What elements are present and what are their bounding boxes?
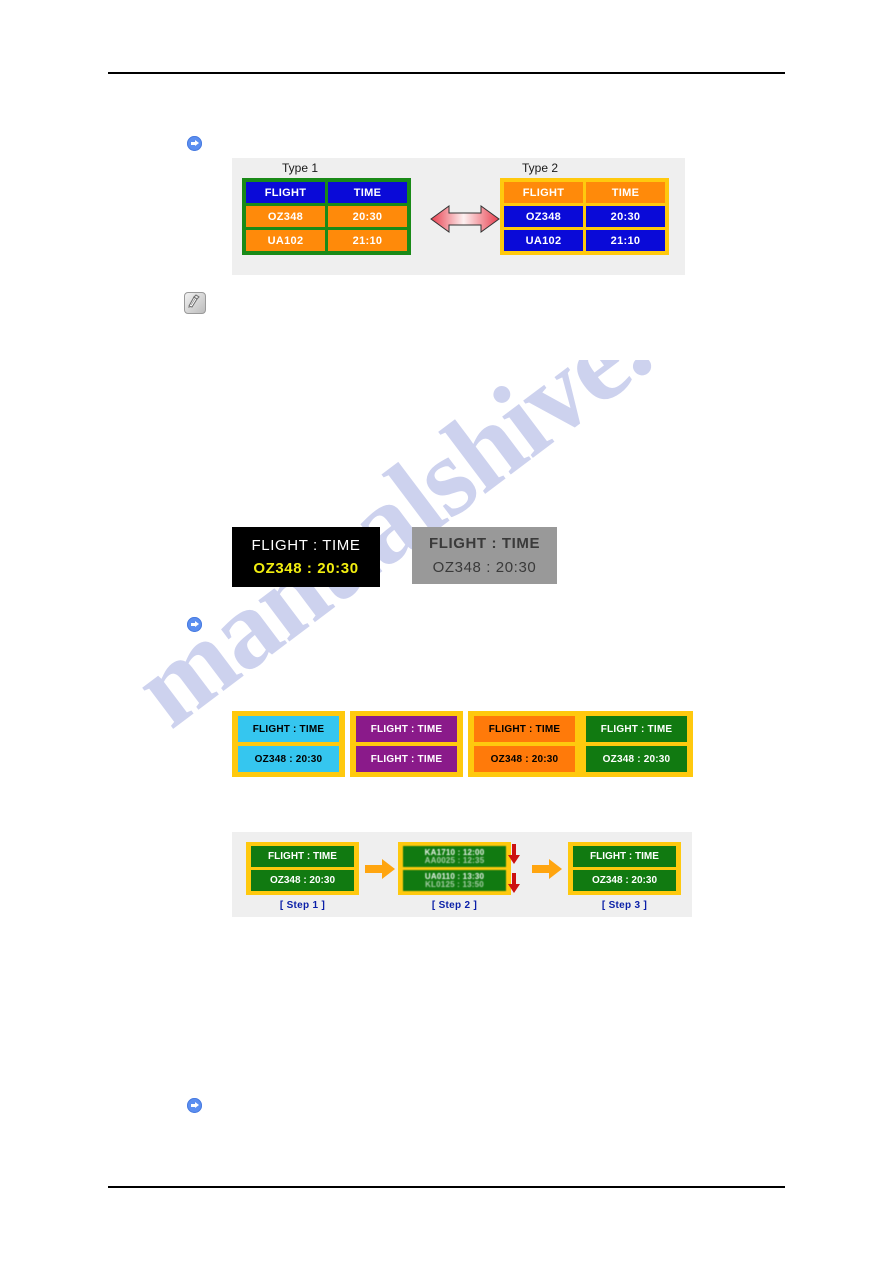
panel-black-line-2: OZ348 : 20:30 bbox=[253, 560, 359, 577]
step-2-line-2-b: KL0125 : 13:50 bbox=[425, 879, 484, 889]
red-down-arrow-icon-1 bbox=[508, 844, 520, 864]
board-row: OZ348 20:30 bbox=[246, 206, 407, 227]
step-1-label: [ Step 1 ] bbox=[279, 900, 326, 911]
cell-time-header: TIME bbox=[328, 182, 407, 203]
scroll-down-arrows bbox=[507, 844, 521, 894]
step-3-line-2: OZ348 : 20:30 bbox=[573, 870, 676, 891]
cell-flight-value: OZ348 bbox=[246, 206, 325, 227]
step-1-line-2: OZ348 : 20:30 bbox=[251, 870, 354, 891]
panel-line-2: OZ348 : 20:30 bbox=[586, 746, 687, 772]
panel-line-1: FLIGHT : TIME bbox=[238, 716, 339, 742]
note-pencil-icon bbox=[184, 292, 206, 314]
panel-line-2: OZ348 : 20:30 bbox=[474, 746, 575, 772]
panel-line-1: FLIGHT : TIME bbox=[356, 716, 457, 742]
watermark: manualshive.com bbox=[110, 360, 770, 860]
orange-right-arrow-icon-2 bbox=[532, 858, 562, 880]
panel-line-1: FLIGHT : TIME bbox=[586, 716, 687, 742]
step-1-line-1: FLIGHT : TIME bbox=[251, 846, 354, 867]
panel-line-2: FLIGHT : TIME bbox=[356, 746, 457, 772]
bullet-arrow-icon-1 bbox=[187, 136, 202, 151]
panel-black-line-1: FLIGHT : TIME bbox=[251, 536, 361, 554]
step-2-label: [ Step 2 ] bbox=[431, 900, 478, 911]
step-1-panel: FLIGHT : TIME OZ348 : 20:30 bbox=[246, 842, 359, 895]
red-down-arrow-icon-2 bbox=[508, 873, 520, 893]
bullet-arrow-icon-3 bbox=[187, 1098, 202, 1113]
board-row: UA102 21:10 bbox=[246, 230, 407, 251]
figure-display-types: Type 1 Type 2 FLIGHT TIME OZ348 20:30 UA… bbox=[232, 158, 685, 275]
type1-caption: Type 1 bbox=[282, 161, 319, 175]
board-type-1: FLIGHT TIME OZ348 20:30 UA102 21:10 bbox=[242, 178, 411, 255]
board-row: OZ348 20:30 bbox=[504, 206, 665, 227]
footer-rule bbox=[108, 1186, 785, 1188]
figure-steps: FLIGHT : TIME OZ348 : 20:30 [ Step 1 ] K… bbox=[232, 832, 692, 917]
double-headed-arrow-icon bbox=[429, 202, 501, 236]
panel-grey-background: FLIGHT : TIME OZ348 : 20:30 bbox=[412, 527, 557, 584]
step-2-panel: KA1710 : 12:00 AA0025 : 12:35 UA0110 : 1… bbox=[398, 842, 511, 895]
panel-line-2: OZ348 : 20:30 bbox=[238, 746, 339, 772]
cell-flight-value: OZ348 bbox=[504, 206, 583, 227]
type2-caption: Type 2 bbox=[522, 161, 559, 175]
color-panel-orange: FLIGHT : TIME OZ348 : 20:30 bbox=[468, 711, 581, 777]
board-row: UA102 21:10 bbox=[504, 230, 665, 251]
step-2-line-2: UA0110 : 13:30 KL0125 : 13:50 bbox=[403, 870, 506, 891]
panel-grey-line-2: OZ348 : 20:30 bbox=[432, 558, 537, 576]
cell-flight-value: UA102 bbox=[504, 230, 583, 251]
panel-line-1: FLIGHT : TIME bbox=[474, 716, 575, 742]
board-type-2: FLIGHT TIME OZ348 20:30 UA102 21:10 bbox=[500, 178, 669, 255]
board-header-row: FLIGHT TIME bbox=[246, 182, 407, 203]
header-rule bbox=[108, 72, 785, 74]
cell-time-value: 20:30 bbox=[328, 206, 407, 227]
color-panel-purple: FLIGHT : TIME FLIGHT : TIME bbox=[350, 711, 463, 777]
bullet-arrow-icon-2 bbox=[187, 617, 202, 632]
step-3-label: [ Step 3 ] bbox=[601, 900, 648, 911]
figure-color-schemes: FLIGHT : TIME OZ348 : 20:30 FLIGHT : TIM… bbox=[232, 707, 693, 784]
orange-right-arrow-icon-1 bbox=[365, 858, 395, 880]
cell-flight-header: FLIGHT bbox=[504, 182, 583, 203]
cell-time-value: 21:10 bbox=[328, 230, 407, 251]
board-header-row: FLIGHT TIME bbox=[504, 182, 665, 203]
color-panel-cyan: FLIGHT : TIME OZ348 : 20:30 bbox=[232, 711, 345, 777]
panel-grey-line-1: FLIGHT : TIME bbox=[428, 535, 541, 553]
step-3-panel: FLIGHT : TIME OZ348 : 20:30 bbox=[568, 842, 681, 895]
cell-flight-value: UA102 bbox=[246, 230, 325, 251]
cell-flight-header: FLIGHT bbox=[246, 182, 325, 203]
color-panel-green: FLIGHT : TIME OZ348 : 20:30 bbox=[580, 711, 693, 777]
step-2-line-1: KA1710 : 12:00 AA0025 : 12:35 bbox=[403, 846, 506, 867]
cell-time-value: 20:30 bbox=[586, 206, 665, 227]
cell-time-value: 21:10 bbox=[586, 230, 665, 251]
panel-black-background: FLIGHT : TIME OZ348 : 20:30 bbox=[232, 527, 380, 587]
step-2-line-1-b: AA0025 : 12:35 bbox=[424, 855, 485, 865]
step-3-line-1: FLIGHT : TIME bbox=[573, 846, 676, 867]
cell-time-header: TIME bbox=[586, 182, 665, 203]
